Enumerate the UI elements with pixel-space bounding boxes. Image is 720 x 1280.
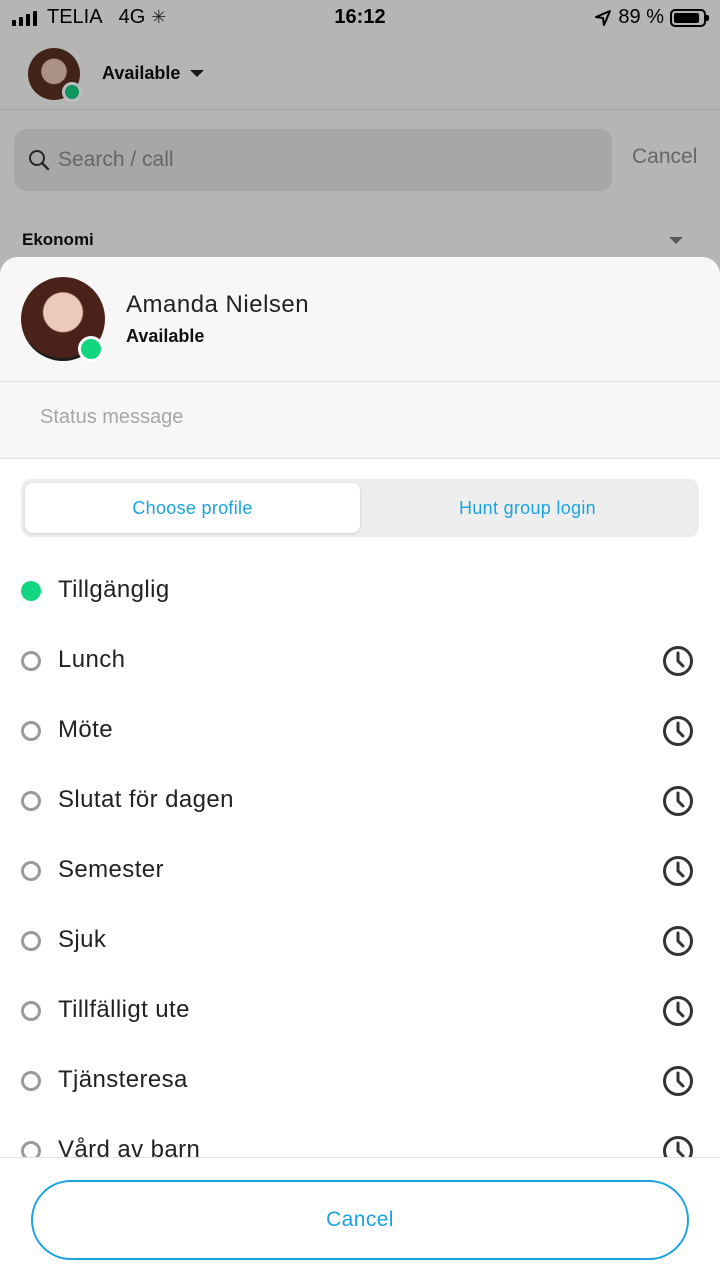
radio-icon[interactable]: [21, 1071, 41, 1091]
clock-icon[interactable]: [662, 645, 694, 677]
clock-icon[interactable]: [662, 925, 694, 957]
radio-icon[interactable]: [21, 721, 41, 741]
list-item[interactable]: Möte: [0, 696, 720, 766]
presence-dot-icon: [78, 336, 104, 362]
clock-icon[interactable]: [662, 855, 694, 887]
status-bottom-sheet: Amanda Nielsen Available Choose profile …: [0, 257, 720, 1280]
option-label: Möte: [58, 716, 113, 743]
radio-icon[interactable]: [21, 651, 41, 671]
clock-icon[interactable]: [662, 785, 694, 817]
sheet-footer: Cancel: [0, 1157, 720, 1280]
list-item[interactable]: Sjuk: [0, 906, 720, 976]
clock-icon[interactable]: [662, 715, 694, 747]
list-item[interactable]: Lunch: [0, 626, 720, 696]
cancel-button[interactable]: Cancel: [31, 1180, 689, 1260]
list-item[interactable]: Tillgänglig: [0, 556, 720, 626]
segmented-control: Choose profile Hunt group login: [21, 479, 699, 537]
option-label: Tillfälligt ute: [58, 996, 190, 1023]
option-label: Tillgänglig: [58, 576, 170, 603]
profile-header: Amanda Nielsen Available: [0, 257, 720, 382]
profile-list: Tillgänglig Lunch Möte Slutat för dagen …: [0, 556, 720, 1186]
radio-icon[interactable]: [21, 861, 41, 881]
profile-name: Amanda Nielsen: [126, 291, 310, 318]
radio-icon[interactable]: [21, 931, 41, 951]
status-message-row[interactable]: [0, 382, 720, 459]
option-label: Semester: [58, 856, 164, 883]
option-label: Slutat för dagen: [58, 786, 234, 813]
list-item[interactable]: Tillfälligt ute: [0, 976, 720, 1046]
radio-selected-icon[interactable]: [21, 581, 41, 601]
status-message-input[interactable]: [40, 406, 680, 429]
list-item[interactable]: Semester: [0, 836, 720, 906]
option-label: Sjuk: [58, 926, 107, 953]
list-item[interactable]: Slutat för dagen: [0, 766, 720, 836]
radio-icon[interactable]: [21, 791, 41, 811]
clock-icon[interactable]: [662, 995, 694, 1027]
tab-choose-profile[interactable]: Choose profile: [25, 483, 360, 533]
clock-icon[interactable]: [662, 1065, 694, 1097]
option-label: Tjänsteresa: [58, 1066, 188, 1093]
option-label: Lunch: [58, 646, 126, 673]
tab-hunt-group-login[interactable]: Hunt group login: [360, 483, 695, 533]
list-item[interactable]: Tjänsteresa: [0, 1046, 720, 1116]
radio-icon[interactable]: [21, 1001, 41, 1021]
profile-status: Available: [126, 326, 205, 346]
